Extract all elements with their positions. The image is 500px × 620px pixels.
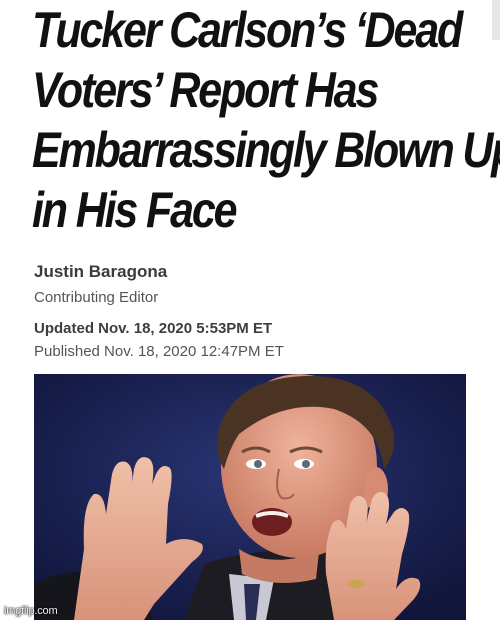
updated-timestamp: Updated Nov. 18, 2020 5:53PM ET — [34, 320, 273, 337]
man-raising-hands-photo — [34, 374, 466, 620]
author-name[interactable]: Justin Baragona — [34, 262, 167, 282]
published-timestamp: Published Nov. 18, 2020 12:47PM ET — [34, 343, 284, 360]
headline-line: in His Face — [32, 182, 238, 238]
headline-line: Voters’ Report Has — [32, 62, 379, 118]
watermark-text: imgflip.com — [4, 605, 58, 617]
author-role: Contributing Editor — [34, 289, 159, 306]
scrollbar-tab[interactable] — [492, 0, 500, 40]
headline-line: Tucker Carlson’s ‘Dead — [32, 2, 463, 58]
article-headline: Tucker Carlson’s ‘Dead Voters’ Report Ha… — [32, 0, 500, 240]
headline-line: Embarrassingly Blown Up — [32, 122, 500, 178]
article-photo — [34, 374, 466, 620]
